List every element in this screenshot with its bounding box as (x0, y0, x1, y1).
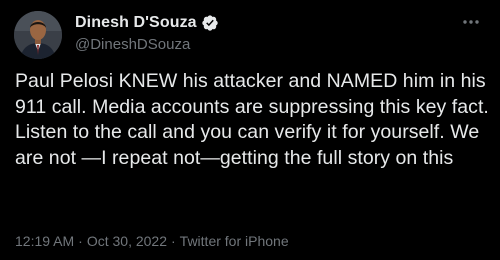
tweet-meta: 12:19 AM · Oct 30, 2022 · Twitter for iPhone (15, 233, 289, 249)
display-name[interactable]: Dinesh D'Souza (75, 14, 197, 32)
tweet-text: Paul Pelosi KNEW his attacker and NAMED … (15, 70, 489, 169)
meta-separator: · (171, 233, 176, 249)
avatar[interactable] (14, 11, 62, 59)
user-handle[interactable]: @DineshDSouza (75, 36, 219, 53)
avatar-photo (14, 11, 62, 59)
tweet-date[interactable]: Oct 30, 2022 (87, 233, 167, 249)
tweet-source[interactable]: Twitter for iPhone (180, 233, 289, 249)
more-options-icon[interactable] (460, 12, 482, 32)
tweet-card: Dinesh D'Souza @DineshDSouza Paul Pelosi… (0, 0, 500, 260)
tweet-header: Dinesh D'Souza @DineshDSouza (75, 12, 219, 53)
tweet-time[interactable]: 12:19 AM (15, 233, 74, 249)
meta-separator: · (78, 233, 83, 249)
verified-badge-icon (201, 14, 219, 32)
name-row: Dinesh D'Souza (75, 12, 219, 34)
